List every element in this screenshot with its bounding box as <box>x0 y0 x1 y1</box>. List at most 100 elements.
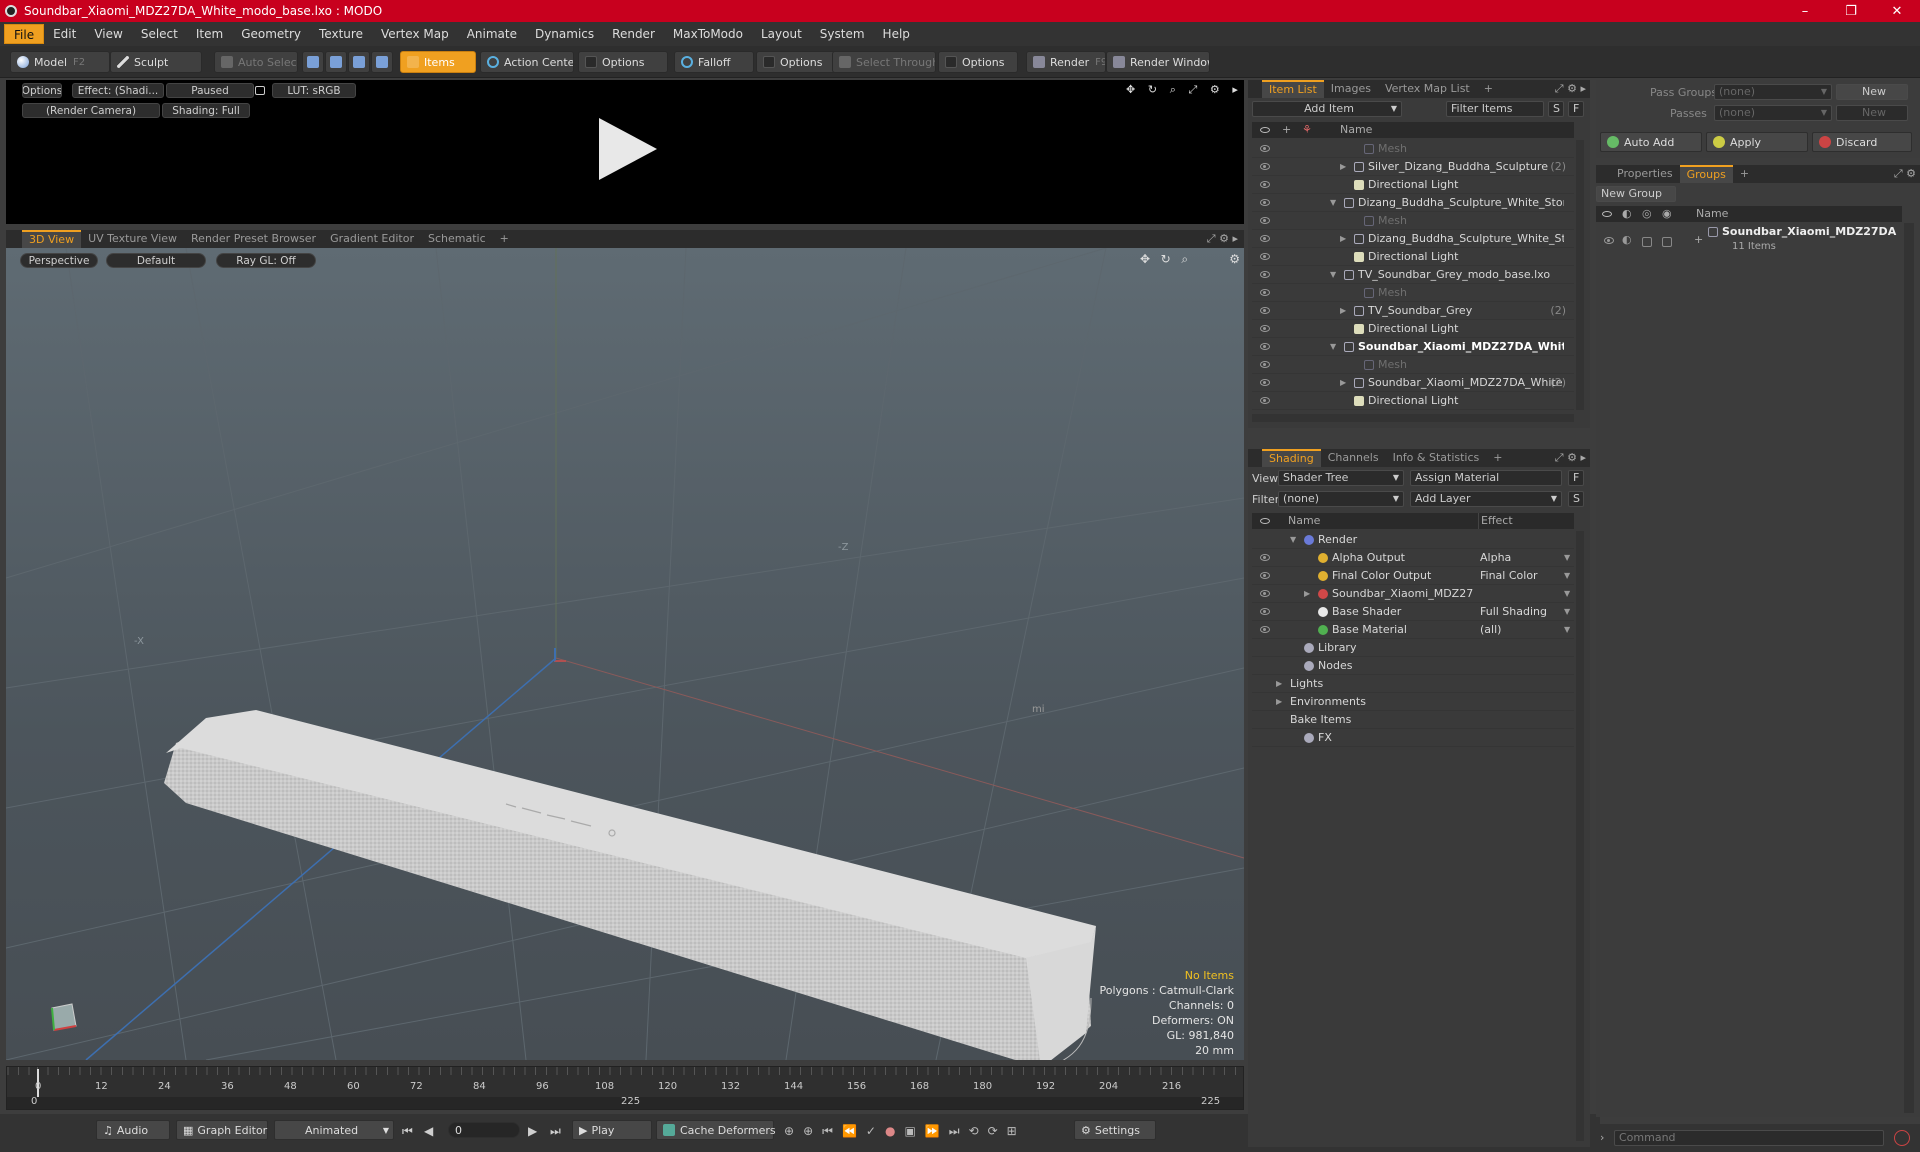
perspective-button[interactable]: Perspective <box>20 253 98 268</box>
collapse-icon[interactable]: ▼ <box>1330 198 1336 207</box>
render-options-button[interactable]: Options <box>22 83 62 98</box>
tab-3d-view[interactable]: 3D View <box>22 230 82 248</box>
vertices-mode-button[interactable] <box>302 51 324 73</box>
materials-mode-button[interactable] <box>371 51 393 73</box>
polygons-mode-button[interactable] <box>348 51 370 73</box>
lock-toggle-box[interactable] <box>1642 237 1652 247</box>
record-icon[interactable]: ● <box>885 1124 895 1139</box>
step-forward-icon[interactable]: ▶ <box>528 1124 537 1138</box>
shading-button[interactable]: Shading: Full <box>162 103 250 118</box>
tab-groups[interactable]: Groups <box>1679 165 1733 183</box>
expand-icon[interactable]: ▶ <box>1276 697 1282 706</box>
name-column-header[interactable]: Name <box>1288 513 1320 529</box>
eye-icon[interactable] <box>1260 235 1270 242</box>
auto-select-button[interactable]: Auto Select <box>214 51 298 73</box>
skip-end-icon[interactable]: ⏭ <box>550 1124 561 1139</box>
add-layer-dropdown[interactable]: Add Layer ▼ <box>1410 491 1562 507</box>
maximize-icon[interactable]: ⤢ <box>1207 232 1216 245</box>
prev-icon[interactable]: ⏪ <box>842 1124 857 1139</box>
audio-button[interactable]: ♫ Audio <box>96 1120 170 1140</box>
shading-s-button[interactable]: S <box>1568 491 1584 507</box>
tab-render-preset-browser[interactable]: Render Preset Browser <box>184 230 323 248</box>
maximize-icon[interactable]: ⤢ <box>1555 82 1564 95</box>
chevron-down-icon[interactable]: ▼ <box>1564 625 1570 634</box>
menu-select[interactable]: Select <box>132 24 187 44</box>
add-tab-icon[interactable]: + <box>493 230 516 248</box>
pass-groups-dropdown[interactable]: (none) ▼ <box>1714 84 1832 100</box>
filter-f-button[interactable]: F <box>1568 101 1584 117</box>
gear-icon[interactable]: ⚙ <box>1567 82 1577 95</box>
step-back-icon[interactable]: ◀ <box>424 1124 433 1138</box>
item-list-row[interactable]: Mesh <box>1252 356 1574 374</box>
effect-dropdown[interactable]: Final Color <box>1480 569 1560 582</box>
item-list-scrollbar[interactable] <box>1576 140 1584 410</box>
item-list-row[interactable]: Directional Light <box>1252 392 1574 410</box>
filter-dropdown[interactable]: (none) ▼ <box>1278 491 1404 507</box>
model-button[interactable]: Model F2 <box>10 51 110 73</box>
gear-icon[interactable]: ⚙ <box>1229 252 1240 266</box>
group-row[interactable]: ◐ + Soundbar_Xiaomi_MDZ27DA ... 11 Items <box>1596 223 1902 257</box>
eye-icon[interactable] <box>1260 271 1270 278</box>
new-pass-group-button[interactable]: New <box>1836 84 1908 100</box>
loop-icon[interactable]: ⟲ <box>969 1124 979 1139</box>
select-through-options-button[interactable]: Options <box>938 51 1018 73</box>
arrow-right-icon[interactable]: ▸ <box>1580 82 1586 95</box>
chevron-down-icon[interactable]: ▼ <box>1564 589 1570 598</box>
effect-dropdown[interactable]: Full Shading <box>1480 605 1560 618</box>
eye-icon[interactable] <box>1260 361 1270 368</box>
expand-icon[interactable]: ▶ <box>1340 378 1346 387</box>
select-toggle-box[interactable] <box>1662 237 1672 247</box>
menu-file[interactable]: File <box>4 24 45 44</box>
play-button[interactable]: ▶ Play <box>572 1120 652 1140</box>
passes-dropdown[interactable]: (none) ▼ <box>1714 105 1832 121</box>
tab-vertex-map-list[interactable]: Vertex Map List <box>1378 80 1477 98</box>
action-center-options-button[interactable]: Options <box>578 51 668 73</box>
settings-button[interactable]: ⚙ Settings <box>1074 1120 1156 1140</box>
chevron-down-icon[interactable]: ▼ <box>1564 571 1570 580</box>
tab-gradient-editor[interactable]: Gradient Editor <box>323 230 421 248</box>
effect-column-header[interactable]: Effect <box>1478 513 1513 529</box>
item-list-row[interactable]: ▼ Dizang_Buddha_Sculpture_White_Stone ... <box>1252 194 1574 212</box>
item-list-row[interactable]: ▶ Soundbar_Xiaomi_MDZ27DA_White (2) <box>1252 374 1574 392</box>
auto-add-button[interactable]: Auto Add <box>1600 132 1702 152</box>
raygl-button[interactable]: Ray GL: Off <box>216 253 316 268</box>
arrow-right-icon[interactable]: ▸ <box>1580 451 1586 464</box>
falloff-options-button[interactable]: Options <box>756 51 840 73</box>
paused-button[interactable]: Paused <box>166 83 254 98</box>
items-mode-button[interactable]: Items <box>400 51 476 73</box>
shader-tree-row[interactable]: Final Color Output Final Color ▼ <box>1252 567 1574 585</box>
new-group-button[interactable]: New Group <box>1596 186 1676 202</box>
add-tab-icon[interactable]: + <box>1486 449 1509 467</box>
expand-icon[interactable]: + <box>1694 233 1703 246</box>
tab-info-statistics[interactable]: Info & Statistics <box>1386 449 1487 467</box>
item-list-hscroll[interactable] <box>1252 414 1574 422</box>
falloff-button[interactable]: Falloff <box>674 51 754 73</box>
item-list-row[interactable]: Mesh <box>1252 212 1574 230</box>
command-clear-icon[interactable] <box>1894 1130 1910 1146</box>
menu-view[interactable]: View <box>85 24 131 44</box>
item-list-row[interactable]: ▶ TV_Soundbar_Grey (2) <box>1252 302 1574 320</box>
minimize-button[interactable]: – <box>1782 0 1828 22</box>
item-list-row[interactable]: Mesh <box>1252 284 1574 302</box>
fit-icon[interactable]: ⤢ <box>1188 83 1197 97</box>
name-column-header[interactable]: Name <box>1696 206 1728 222</box>
render-camera-button[interactable]: (Render Camera) <box>22 103 160 118</box>
tab-schematic[interactable]: Schematic <box>421 230 493 248</box>
assign-material-button[interactable]: Assign Material <box>1410 470 1562 486</box>
select-through-button[interactable]: Select Through <box>832 51 936 73</box>
eye-icon[interactable] <box>1260 554 1270 561</box>
collapse-icon[interactable]: ▼ <box>1330 342 1336 351</box>
maximize-icon[interactable]: ⤢ <box>1894 167 1903 180</box>
tab-uv-texture-view[interactable]: UV Texture View <box>81 230 184 248</box>
add-key-icon[interactable]: ⊞ <box>1007 1124 1017 1139</box>
key-set-icon[interactable]: ✓ <box>866 1124 876 1139</box>
eye-icon[interactable] <box>1260 608 1270 615</box>
item-list-row[interactable]: ▼ Soundbar_Xiaomi_MDZ27DA_Whit... <box>1252 338 1574 356</box>
rotate-icon[interactable]: ↻ <box>1148 83 1157 97</box>
expand-icon[interactable]: ▶ <box>1340 162 1346 171</box>
collapse-icon[interactable]: ▼ <box>1330 270 1336 279</box>
tab-properties[interactable]: Properties <box>1610 165 1680 183</box>
gear-icon[interactable]: ⚙ <box>1210 83 1220 97</box>
gear-icon[interactable]: ⚙ <box>1219 232 1229 245</box>
skip-start-icon[interactable]: ⏮ <box>402 1124 413 1139</box>
